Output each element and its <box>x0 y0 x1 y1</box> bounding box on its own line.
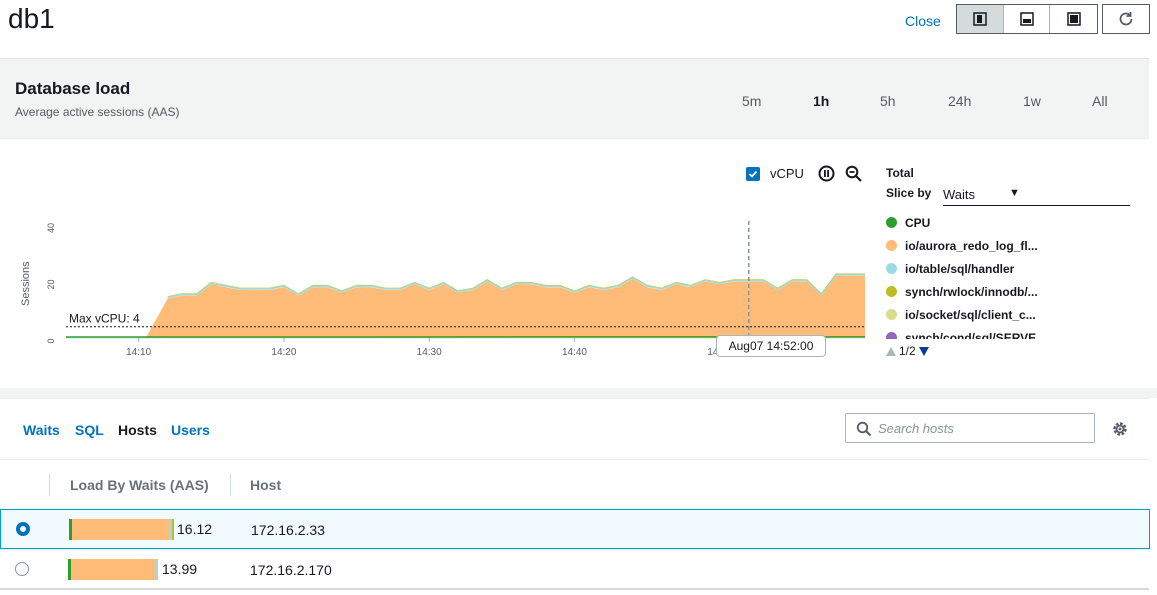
column-header-load[interactable]: Load By Waits (AAS) <box>70 477 209 493</box>
host-cell: 172.16.2.170 <box>250 562 332 578</box>
bar-redo-segment <box>72 519 170 540</box>
x-tick-label: 14:40 <box>562 347 587 358</box>
table-header: Load By Waits (AAS) Host <box>0 459 1149 509</box>
tab-sql[interactable]: SQL <box>75 422 104 438</box>
range-1h[interactable]: 1h <box>813 93 829 109</box>
load-subtitle: Average active sessions (AAS) <box>15 105 180 119</box>
legend-dot <box>886 263 897 274</box>
legend-dot <box>886 240 897 251</box>
legend-item-cond[interactable]: synch/cond/sql/SERVE... <box>886 326 1076 339</box>
legend-dot <box>886 309 897 320</box>
y-axis-label: Sessions <box>20 261 32 306</box>
search-icon <box>856 421 872 437</box>
legend-item-label: io/socket/sql/client_c... <box>905 307 1036 322</box>
table-row[interactable]: 16.12 172.16.2.33 <box>0 509 1150 549</box>
legend-item-label: synch/cond/sql/SERVE... <box>905 330 1047 340</box>
tab-hosts[interactable]: Hosts <box>118 422 157 438</box>
legend-item-label: synch/rwlock/innodb/... <box>905 284 1038 299</box>
page-down-icon[interactable] <box>918 346 929 356</box>
layout-bottom-icon <box>1019 12 1034 26</box>
legend-item-table-handler[interactable]: io/table/sql/handler <box>886 257 1076 280</box>
load-value: 13.99 <box>162 561 198 577</box>
y-tick-label: 40 <box>46 223 56 233</box>
top-header: db1 Close <box>0 0 1157 58</box>
legend-item-label: io/table/sql/handler <box>905 261 1015 276</box>
row-radio[interactable] <box>16 522 30 536</box>
column-divider <box>49 474 50 496</box>
column-divider <box>230 474 231 496</box>
legend-dot <box>886 217 897 228</box>
legend-item-label: CPU <box>905 215 931 230</box>
layout-full-icon <box>1066 12 1081 26</box>
load-header: Database load Average active sessions (A… <box>0 59 1149 139</box>
series-area-redo-log <box>66 275 865 338</box>
database-load-panel: Database load Average active sessions (A… <box>0 58 1149 388</box>
tab-users[interactable]: Users <box>171 422 210 438</box>
table-bottom-border <box>0 588 1149 590</box>
refresh-icon <box>1119 12 1133 26</box>
search-hosts-box <box>845 413 1095 443</box>
table-row[interactable]: 13.99 172.16.2.170 <box>0 549 1150 589</box>
bar-handler-segment <box>156 559 158 580</box>
legend-total: Total <box>886 166 914 180</box>
top-dimensions-panel: Waits SQL Hosts Users Load By Waits (AAS… <box>0 398 1150 595</box>
legend-list: CPU io/aurora_redo_log_fl... io/table/sq… <box>886 211 1076 339</box>
x-tick-label: 14:10 <box>126 347 151 358</box>
refresh-button[interactable] <box>1102 4 1150 34</box>
legend-page-number: 1/2 <box>899 344 916 358</box>
range-5m[interactable]: 5m <box>742 93 761 109</box>
x-tick-label: 14:20 <box>271 347 296 358</box>
layout-left-button[interactable] <box>957 5 1004 33</box>
page-title: db1 <box>8 3 55 34</box>
slice-by-value: Waits <box>943 187 976 202</box>
host-cell: 172.16.2.33 <box>251 522 325 538</box>
legend-item-aurora-redo[interactable]: io/aurora_redo_log_fl... <box>886 234 1076 257</box>
slice-by-select[interactable]: Waits ▼ <box>943 185 1130 206</box>
load-value: 16.12 <box>177 521 213 537</box>
y-tick-label: 0 <box>46 338 56 343</box>
tab-waits[interactable]: Waits <box>23 422 60 438</box>
caret-down-icon: ▼ <box>1009 187 1020 199</box>
range-5h[interactable]: 5h <box>880 93 896 109</box>
legend-item-rwlock[interactable]: synch/rwlock/innodb/... <box>886 280 1076 303</box>
legend-item-label: io/aurora_redo_log_fl... <box>905 238 1038 253</box>
max-vcpu-label: Max vCPU: 4 <box>69 312 140 326</box>
gear-icon[interactable] <box>1111 420 1129 438</box>
legend-slice-label: Slice by <box>886 186 932 200</box>
legend-item-cpu[interactable]: CPU <box>886 211 1076 234</box>
range-all[interactable]: All <box>1092 93 1108 109</box>
layout-left-icon <box>973 12 987 26</box>
load-chart[interactable]: Sessions0204014:1014:2014:3014:4014:50Ma… <box>0 139 880 359</box>
x-tick-label: 14:30 <box>417 347 442 358</box>
range-24h[interactable]: 24h <box>948 93 971 109</box>
column-header-host[interactable]: Host <box>250 477 281 493</box>
load-bar <box>68 559 158 580</box>
layout-full-button[interactable] <box>1050 5 1097 33</box>
load-bar <box>69 519 174 540</box>
layout-bottom-button[interactable] <box>1003 5 1051 33</box>
search-hosts-input[interactable] <box>878 419 1088 437</box>
chart-tooltip: Aug07 14:52:00 <box>716 335 826 357</box>
page-up-icon[interactable] <box>886 346 896 356</box>
load-title: Database load <box>15 79 131 98</box>
legend-dot <box>886 286 897 297</box>
legend-pager: 1/2 <box>886 344 929 358</box>
legend-dot <box>886 332 897 339</box>
range-1w[interactable]: 1w <box>1023 93 1041 109</box>
panel-separator <box>0 388 1157 398</box>
legend-item-socket[interactable]: io/socket/sql/client_c... <box>886 303 1076 326</box>
bar-redo-segment <box>71 559 156 580</box>
y-tick-label: 20 <box>46 279 56 289</box>
bar-rwlock-segment <box>172 519 174 540</box>
row-radio[interactable] <box>15 562 29 576</box>
layout-button-group <box>956 4 1098 34</box>
close-link[interactable]: Close <box>905 13 941 29</box>
